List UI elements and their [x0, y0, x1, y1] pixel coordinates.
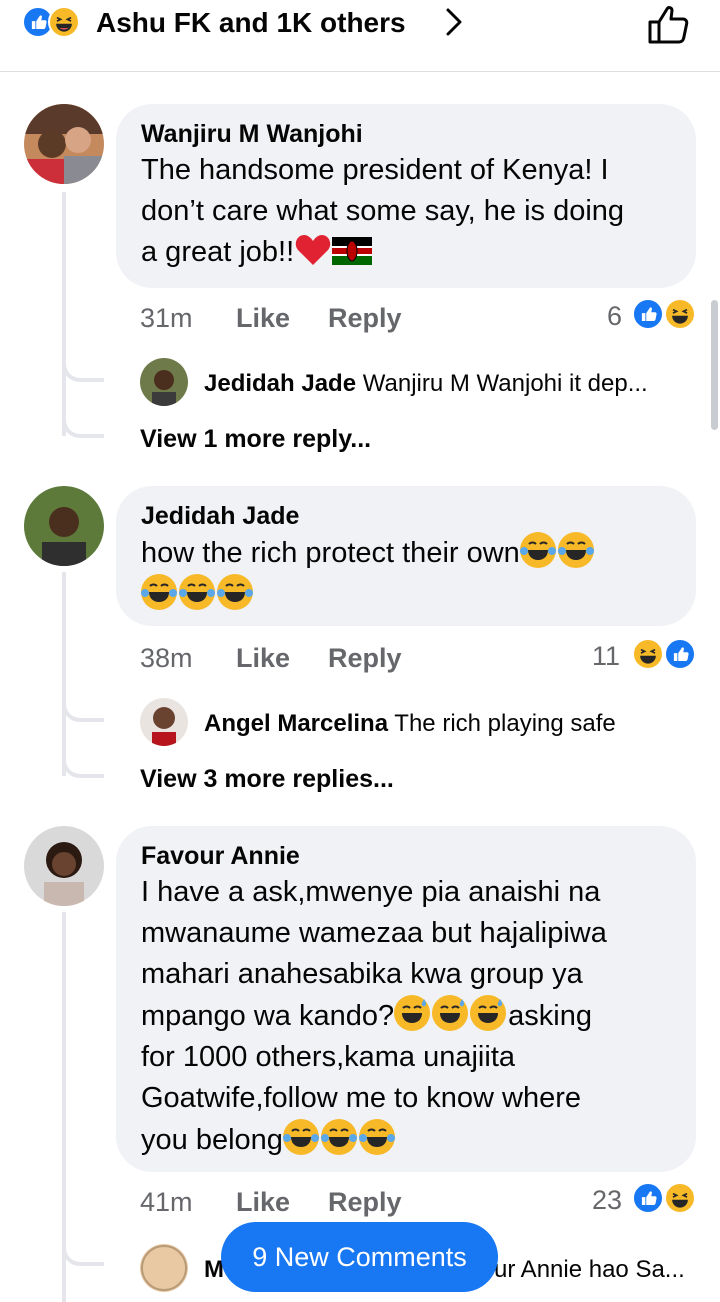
comment-author[interactable]: Favour Annie: [141, 840, 672, 872]
reply-preview[interactable]: Angel Marcelina The rich playing safe: [204, 708, 616, 740]
like-button[interactable]: Like: [236, 1184, 328, 1220]
comment-time[interactable]: 38m: [140, 640, 236, 676]
avatar[interactable]: [140, 358, 188, 406]
tears-of-joy-emoji: [358, 1119, 395, 1155]
like-button[interactable]: Like: [236, 640, 328, 676]
tears-of-joy-emoji: [217, 574, 253, 610]
reply-button[interactable]: Reply: [328, 640, 402, 676]
comment-bubble[interactable]: Wanjiru M Wanjohi The handsome president…: [116, 104, 696, 288]
view-more-replies[interactable]: View 3 more replies...: [140, 762, 394, 796]
comment-actions: 31m Like Reply: [140, 300, 402, 336]
reaction-count[interactable]: 23: [592, 1182, 622, 1218]
comment-time[interactable]: 31m: [140, 300, 236, 336]
haha-icon: [664, 1182, 696, 1214]
new-comments-button[interactable]: 9 New Comments: [221, 1222, 498, 1292]
grinning-sweat-emoji: [470, 995, 507, 1031]
grinning-sweat-emoji: [394, 995, 431, 1031]
haha-icon: [632, 638, 664, 670]
comment-author[interactable]: Wanjiru M Wanjohi: [141, 118, 672, 150]
like-icon: [632, 1182, 664, 1214]
like-icon: [664, 638, 696, 670]
heart-emoji: [295, 235, 331, 265]
reply-text: The rich playing safe: [394, 710, 616, 737]
like-icon: [632, 298, 664, 330]
view-more-replies[interactable]: View 1 more reply...: [140, 422, 371, 456]
grinning-sweat-emoji: [432, 995, 469, 1031]
comment-bubble[interactable]: Favour Annie I have a ask,mwenye pia ana…: [116, 826, 696, 1172]
comment-actions: 41m Like Reply: [140, 1184, 402, 1220]
avatar[interactable]: [24, 486, 104, 566]
comment-time[interactable]: 41m: [140, 1184, 236, 1220]
reply-button[interactable]: Reply: [328, 1184, 402, 1220]
haha-icon: [48, 6, 80, 38]
haha-icon: [664, 298, 696, 330]
comment-bubble[interactable]: Jedidah Jade how the rich protect their …: [116, 486, 696, 626]
comment-author[interactable]: Jedidah Jade: [141, 500, 672, 532]
chevron-right-icon[interactable]: [442, 4, 466, 40]
reaction-icons: [22, 6, 80, 38]
avatar[interactable]: [140, 1244, 188, 1292]
reaction-count[interactable]: 6: [607, 298, 622, 334]
reply-author[interactable]: Jedidah Jade: [204, 370, 356, 397]
comment-text: how the rich protect their own: [141, 532, 672, 616]
reply-preview[interactable]: Jedidah Jade Wanjiru M Wanjohi it dep...: [204, 368, 648, 400]
tears-of-joy-emoji: [320, 1119, 357, 1155]
reply-text: Wanjiru M Wanjohi it dep...: [362, 370, 648, 397]
avatar[interactable]: [140, 698, 188, 746]
thread-branch: [62, 1244, 104, 1266]
tears-of-joy-emoji: [557, 532, 594, 568]
avatar[interactable]: [24, 826, 104, 906]
thread-line: [62, 572, 66, 776]
thread-line: [62, 192, 66, 436]
avatar[interactable]: [24, 104, 104, 184]
tears-of-joy-emoji: [141, 574, 177, 610]
like-button[interactable]: Like: [236, 300, 328, 336]
reaction-count[interactable]: 11: [592, 638, 620, 674]
reactions-header[interactable]: Ashu FK and 1K others: [0, 0, 720, 72]
comment-text: The handsome president of Kenya! I don’t…: [141, 154, 625, 268]
thread-branch: [62, 756, 104, 778]
reply-author[interactable]: Angel Marcelina: [204, 710, 388, 737]
thread-branch: [62, 416, 104, 438]
tears-of-joy-emoji: [519, 532, 556, 568]
kenya-flag-emoji: [332, 237, 373, 265]
tears-of-joy-emoji: [282, 1119, 319, 1155]
thumbs-up-icon[interactable]: [646, 2, 692, 46]
comment-actions: 38m Like Reply: [140, 640, 402, 676]
reply-text: ur Annie hao Sa...: [494, 1256, 685, 1283]
thread-branch: [62, 700, 104, 722]
reaction-summary[interactable]: Ashu FK and 1K others: [96, 4, 406, 42]
scrollbar[interactable]: [711, 300, 718, 430]
comment-text: I have a ask,mwenye pia anaishi na mwana…: [141, 876, 607, 1156]
tears-of-joy-emoji: [179, 574, 215, 610]
thread-branch: [62, 360, 104, 382]
reply-button[interactable]: Reply: [328, 300, 402, 336]
